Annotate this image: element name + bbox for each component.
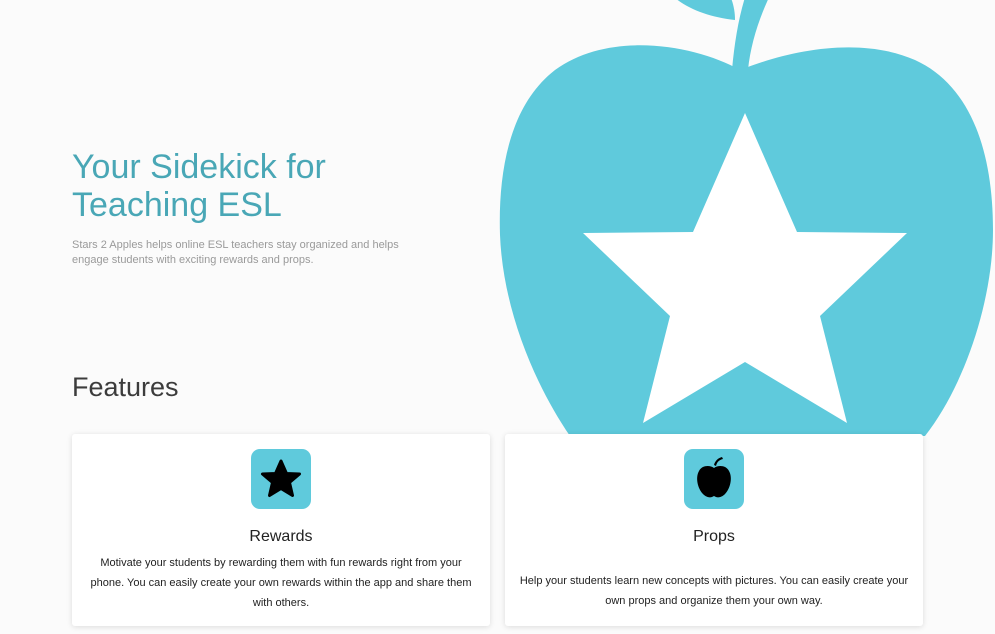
hero-subtitle: Stars 2 Apples helps online ESL teachers…: [72, 239, 399, 266]
apple-star-illustration: [499, 0, 993, 436]
feature-card-props: Props Help your students learn new conce…: [505, 434, 923, 626]
landing-page: Your Sidekick for Teaching ESL Stars 2 A…: [0, 0, 995, 634]
star-icon: [251, 449, 311, 509]
feature-card-title: Props: [693, 528, 735, 545]
apple-icon: [684, 449, 744, 509]
feature-card-rewards: Rewards Motivate your students by reward…: [72, 434, 490, 626]
feature-card-title: Rewards: [249, 528, 313, 545]
features-heading: Features: [72, 372, 179, 402]
feature-card-description: Motivate your students by rewarding them…: [90, 557, 472, 609]
hero-title: Your Sidekick for Teaching ESL: [72, 148, 326, 224]
feature-card-description: Help your students learn new concepts wi…: [519, 575, 909, 607]
apple-leaf-shape: [677, 0, 735, 20]
